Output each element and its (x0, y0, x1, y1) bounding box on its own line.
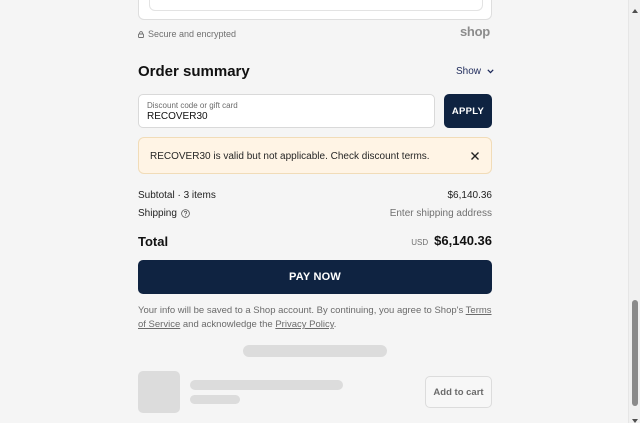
apply-button[interactable]: APPLY (444, 94, 492, 128)
shipping-value: Enter shipping address (389, 208, 492, 219)
add-to-cart-button[interactable]: Add to cart (425, 376, 492, 408)
product-price-placeholder (190, 395, 240, 404)
total-label: Total (138, 234, 169, 249)
currency-code: USD (411, 238, 429, 247)
subtotal-row: Subtotal · 3 items $6,140.36 (138, 190, 492, 201)
show-summary-toggle[interactable]: Show (456, 66, 494, 77)
previous-field[interactable] (149, 0, 483, 11)
help-icon[interactable] (181, 209, 190, 218)
product-title-placeholder (190, 380, 343, 390)
legal-prefix: Your info will be saved to a Shop accoun… (138, 305, 466, 316)
vertical-scrollbar[interactable] (628, 0, 640, 423)
discount-alert: RECOVER30 is valid but not applicable. C… (138, 137, 492, 174)
discount-input[interactable] (147, 111, 417, 122)
shipping-label: Shipping (138, 208, 177, 219)
total-value: $6,140.36 (434, 233, 492, 248)
previous-section-card (138, 0, 492, 20)
order-summary-title: Order summary (138, 63, 250, 80)
discount-field[interactable]: Discount code or gift card (138, 94, 435, 128)
chevron-down-icon (487, 66, 494, 77)
subtotal-value: $6,140.36 (447, 190, 493, 201)
scroll-down-arrow-icon[interactable] (631, 412, 639, 423)
show-toggle-label: Show (456, 66, 482, 77)
alert-message: RECOVER30 is valid but not applicable. C… (150, 151, 430, 162)
loading-placeholder-bar (243, 345, 387, 357)
secure-note: Secure and encrypted (138, 29, 236, 39)
scroll-up-arrow-icon[interactable] (631, 2, 639, 13)
scrollbar-thumb[interactable] (632, 300, 638, 406)
legal-middle: and acknowledge the (180, 319, 276, 330)
discount-field-label: Discount code or gift card (147, 101, 238, 110)
checkout-page: Secure and encrypted shop Order summary … (0, 0, 628, 423)
close-icon[interactable] (469, 149, 481, 161)
lock-icon (138, 30, 144, 38)
subtotal-label: Subtotal · 3 items (138, 190, 216, 201)
legal-suffix: . (333, 319, 337, 330)
secure-note-text: Secure and encrypted (148, 29, 237, 39)
shop-logo: shop (460, 24, 490, 39)
product-image-placeholder (138, 371, 180, 413)
legal-text: Your info will be saved to a Shop accoun… (138, 304, 494, 332)
total-row: Total USD $6,140.36 (138, 233, 492, 251)
pay-now-button[interactable]: PAY NOW (138, 260, 492, 294)
privacy-policy-link[interactable]: Privacy Policy (275, 319, 333, 330)
shipping-row: Shipping Enter shipping address (138, 208, 492, 219)
